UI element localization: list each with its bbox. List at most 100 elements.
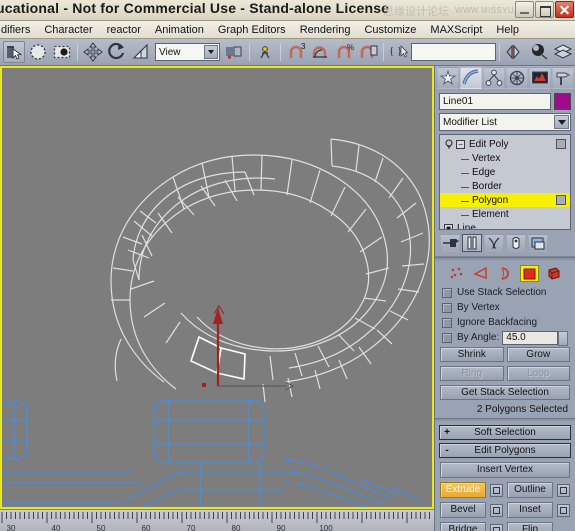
- outline-settings-button[interactable]: [557, 483, 570, 497]
- grow-button[interactable]: Grow: [506, 347, 570, 362]
- select-object-icon[interactable]: [3, 41, 25, 63]
- snap-toggle-icon[interactable]: 3: [285, 41, 307, 63]
- by-angle-checkbox[interactable]: [442, 332, 452, 343]
- bevel-settings-button[interactable]: [490, 503, 503, 517]
- chevron-down-icon[interactable]: [204, 45, 219, 59]
- display-tab[interactable]: [529, 67, 551, 89]
- modify-tab[interactable]: [460, 67, 482, 89]
- loop-button[interactable]: Loop: [506, 366, 570, 381]
- inset-settings-button[interactable]: [557, 503, 570, 517]
- menu-item-difiers[interactable]: difiers: [0, 23, 37, 37]
- mirror-icon[interactable]: [504, 41, 526, 63]
- get-stack-selection-button[interactable]: Get Stack Selection: [440, 385, 570, 400]
- edge-level[interactable]: [472, 265, 491, 282]
- stack-item-edge[interactable]: Edge: [440, 165, 570, 179]
- stack-item-vertex[interactable]: Vertex: [440, 151, 570, 165]
- inset-button[interactable]: Inset: [507, 502, 553, 518]
- select-region-rect-icon[interactable]: [51, 41, 73, 63]
- percent-snap-toggle-icon[interactable]: %: [333, 41, 355, 63]
- vertex-level[interactable]: [448, 265, 467, 282]
- menu-item-maxscript[interactable]: MAXScript: [423, 23, 489, 37]
- flip-button[interactable]: Flip: [507, 522, 553, 531]
- select-and-scale-icon[interactable]: [130, 41, 152, 63]
- shrink-button[interactable]: Shrink: [440, 347, 504, 362]
- outline-button[interactable]: Outline: [507, 482, 553, 498]
- soft-selection-rollout-header[interactable]: + Soft Selection: [439, 425, 571, 440]
- close-button[interactable]: [555, 1, 574, 18]
- element-level[interactable]: [544, 265, 563, 282]
- polygon-level[interactable]: [519, 265, 539, 282]
- layer-manager-icon[interactable]: [552, 41, 574, 63]
- menu-item-animation[interactable]: Animation: [148, 23, 211, 37]
- object-color-swatch[interactable]: [554, 93, 571, 110]
- hierarchy-tab[interactable]: [483, 67, 505, 89]
- stack-expand-toggle[interactable]: −: [456, 139, 465, 149]
- extrude-settings-button[interactable]: [490, 483, 503, 497]
- utilities-tab[interactable]: [552, 67, 574, 89]
- maximize-button[interactable]: [535, 1, 554, 18]
- checkbox-use-stack-selection[interactable]: [442, 287, 452, 298]
- select-region-circle-icon[interactable]: [27, 41, 49, 63]
- main-toolbar: View 3 % {}: [0, 39, 575, 66]
- make-unique-icon[interactable]: [484, 234, 504, 252]
- stack-item-line[interactable]: ■ Line: [440, 221, 570, 229]
- angle-snap-toggle-icon[interactable]: [309, 41, 331, 63]
- bridge-button[interactable]: Bridge: [440, 522, 486, 531]
- bridge-settings-button[interactable]: [490, 523, 503, 531]
- named-selection-sets-icon[interactable]: { }: [388, 41, 410, 63]
- checkbox-ignore-backfacing[interactable]: [442, 317, 452, 328]
- checkbox-by-vertex[interactable]: [442, 302, 452, 313]
- create-tab[interactable]: [437, 67, 459, 89]
- stack-show-end-result-box[interactable]: [556, 195, 566, 205]
- modifier-stack[interactable]: − Edit Poly Vertex Edge Border Polygon Element…: [439, 134, 571, 230]
- stack-item-element[interactable]: Element: [440, 207, 570, 221]
- timeline-ruler[interactable]: 30 40 50 60 70 80 90 100: [0, 509, 434, 531]
- select-and-manipulate-icon[interactable]: [254, 41, 276, 63]
- menu-item-graph-editors[interactable]: Graph Editors: [211, 23, 293, 37]
- motion-tab[interactable]: [506, 67, 528, 89]
- stack-item-edit-poly[interactable]: − Edit Poly: [440, 137, 570, 151]
- checkbox-row-ignore-backfacing[interactable]: Ignore Backfacing: [435, 315, 575, 330]
- ring-button[interactable]: Ring: [440, 366, 504, 381]
- stack-item-label: Edge: [460, 167, 495, 178]
- border-level[interactable]: [496, 265, 515, 282]
- checkbox-row-by-vertex[interactable]: By Vertex: [435, 300, 575, 315]
- chevron-down-icon[interactable]: [554, 115, 569, 129]
- edit-polygons-rollout-header[interactable]: - Edit Polygons: [439, 443, 571, 458]
- extrude-button[interactable]: Extrude: [440, 482, 486, 498]
- light-bulb-icon[interactable]: [444, 139, 454, 149]
- spinner-arrows-icon[interactable]: [558, 330, 569, 346]
- reference-coordinate-system-dropdown[interactable]: View: [155, 43, 221, 61]
- viewport-container: [0, 66, 434, 509]
- minimize-button[interactable]: [515, 1, 534, 18]
- selection-rollout-body: Use Stack Selection By Vertex Ignore Backf…: [435, 285, 575, 330]
- insert-vertex-button[interactable]: Insert Vertex: [440, 462, 570, 478]
- menu-item-reactor[interactable]: reactor: [100, 23, 148, 37]
- checkbox-row-use-stack-selection[interactable]: Use Stack Selection: [435, 285, 575, 300]
- select-and-move-icon[interactable]: [82, 41, 104, 63]
- insert-vertex-row: Insert Vertex: [435, 458, 575, 480]
- pin-stack-icon[interactable]: [440, 234, 460, 252]
- use-center-flyout-icon[interactable]: [223, 41, 245, 63]
- show-end-result-icon[interactable]: [462, 234, 482, 252]
- menu-item-customize[interactable]: Customize: [357, 23, 423, 37]
- stack-item-polygon[interactable]: Polygon: [440, 193, 570, 207]
- stack-show-end-result-box[interactable]: [556, 139, 566, 149]
- menu-item-rendering[interactable]: Rendering: [293, 23, 358, 37]
- menu-bar: difiers Character reactor Animation Graph Ed…: [0, 21, 575, 39]
- by-angle-spinner[interactable]: 45.0: [502, 330, 569, 346]
- reference-coordinate-value: View: [159, 46, 181, 58]
- menu-item-help[interactable]: Help: [489, 23, 526, 37]
- named-selection-set-field[interactable]: [411, 43, 496, 61]
- bridge-flip-row: Bridge Flip: [435, 520, 575, 531]
- configure-modifier-sets-icon[interactable]: [528, 234, 548, 252]
- modifier-list-dropdown[interactable]: Modifier List: [439, 113, 571, 131]
- stack-item-border[interactable]: Border: [440, 179, 570, 193]
- remove-modifier-icon[interactable]: [506, 234, 526, 252]
- align-icon[interactable]: [528, 41, 550, 63]
- menu-item-character[interactable]: Character: [37, 23, 99, 37]
- bevel-button[interactable]: Bevel: [440, 502, 486, 518]
- spinner-snap-toggle-icon[interactable]: [357, 41, 379, 63]
- object-name-input[interactable]: Line01: [439, 93, 551, 110]
- select-and-rotate-icon[interactable]: [106, 41, 128, 63]
